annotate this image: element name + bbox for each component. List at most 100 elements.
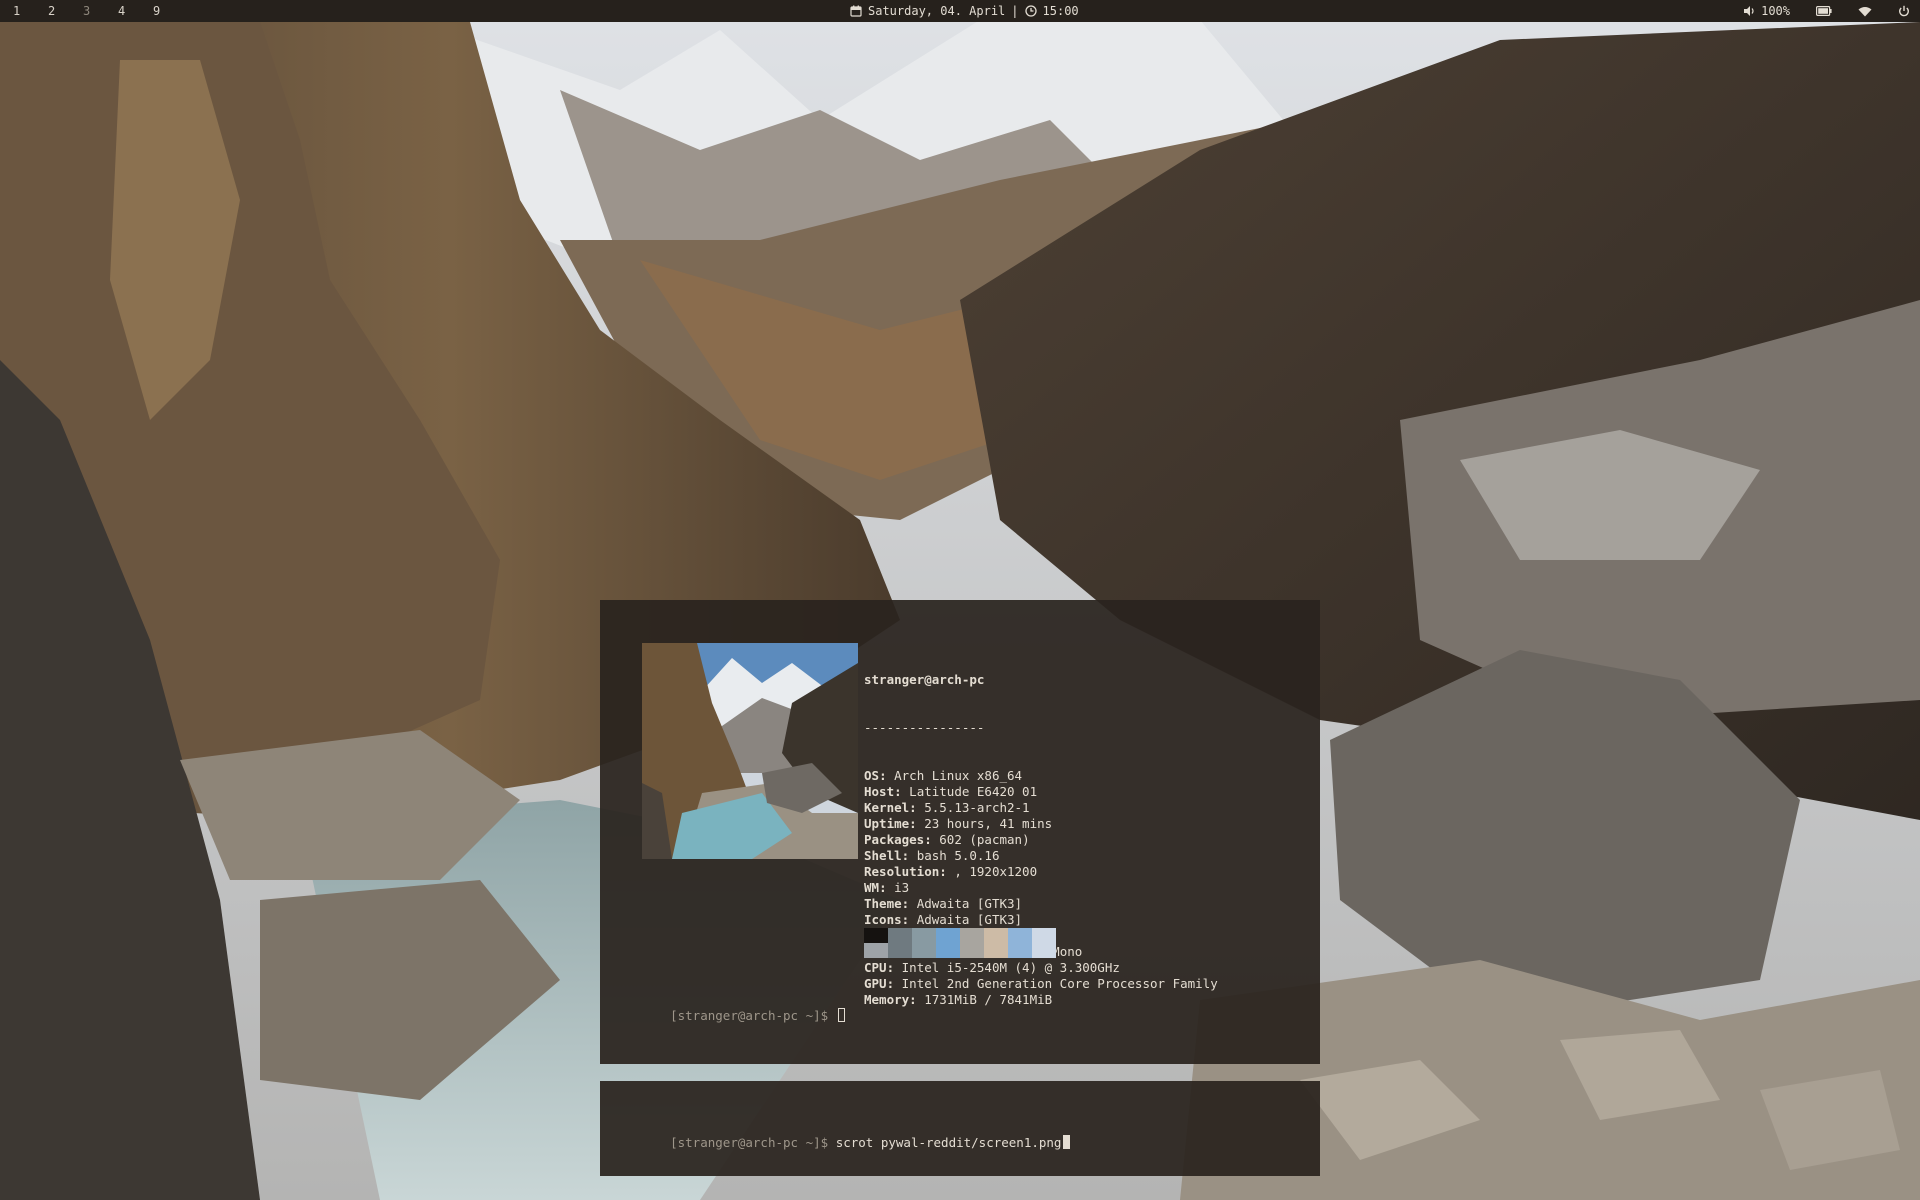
neofetch-row: Resolution: , 1920x1200 bbox=[864, 864, 1218, 880]
neofetch-colon: : bbox=[886, 960, 902, 975]
neofetch-row: Uptime: 23 hours, 41 mins bbox=[864, 816, 1218, 832]
workspace-button-2[interactable]: 2 bbox=[35, 0, 70, 22]
top-status-bar: 12349 Saturday, 04. April | 15:00 100% bbox=[0, 0, 1920, 22]
neofetch-colon: : bbox=[879, 768, 895, 783]
neofetch-value: Intel i5-2540M (4) @ 3.300GHz bbox=[901, 960, 1120, 975]
neofetch-value: bash 5.0.16 bbox=[916, 848, 1000, 863]
palette-bottom-swatch bbox=[1008, 943, 1032, 958]
workspace-button-4[interactable]: 4 bbox=[105, 0, 140, 22]
palette-top-swatch bbox=[960, 928, 984, 943]
volume-indicator[interactable]: 100% bbox=[1743, 4, 1790, 18]
color-palette bbox=[864, 928, 1056, 958]
palette-bottom-swatch bbox=[864, 943, 888, 958]
workspace-button-1[interactable]: 1 bbox=[0, 0, 35, 22]
neofetch-key: Icons bbox=[864, 912, 902, 927]
neofetch-wallpaper-thumbnail bbox=[642, 643, 858, 859]
neofetch-value: 23 hours, 41 mins bbox=[924, 816, 1053, 831]
neofetch-row: Icons: Adwaita [GTK3] bbox=[864, 912, 1218, 928]
neofetch-value: Latitude E6420 01 bbox=[909, 784, 1038, 799]
workspace-button-9[interactable]: 9 bbox=[140, 0, 175, 22]
workspace-button-3[interactable]: 3 bbox=[70, 0, 105, 22]
neofetch-value: i3 bbox=[894, 880, 910, 895]
neofetch-key: WM bbox=[864, 880, 880, 895]
neofetch-underline: ---------------- bbox=[864, 720, 985, 735]
shell-prompt: [stranger@arch-pc ~]$ bbox=[670, 1135, 829, 1150]
text-cursor bbox=[1063, 1135, 1071, 1149]
neofetch-key: Memory bbox=[864, 992, 910, 1007]
neofetch-key: Host bbox=[864, 784, 895, 799]
terminal-command-line[interactable]: [stranger@arch-pc ~]$ bbox=[640, 992, 845, 1040]
time-label: 15:00 bbox=[1042, 4, 1079, 18]
date-time-block: Saturday, 04. April | 15:00 bbox=[850, 0, 1079, 22]
neofetch-row: Memory: 1731MiB / 7841MiB bbox=[864, 992, 1218, 1008]
neofetch-row: Kernel: 5.5.13-arch2-1 bbox=[864, 800, 1218, 816]
neofetch-key: GPU bbox=[864, 976, 887, 991]
neofetch-value: , 1920x1200 bbox=[954, 864, 1038, 879]
palette-top-swatch bbox=[1008, 928, 1032, 943]
neofetch-colon: : bbox=[886, 976, 902, 991]
neofetch-row: OS: Arch Linux x86_64 bbox=[864, 768, 1218, 784]
palette-top-swatch bbox=[864, 928, 888, 943]
neofetch-row: CPU: Intel i5-2540M (4) @ 3.300GHz bbox=[864, 960, 1218, 976]
neofetch-row: Theme: Adwaita [GTK3] bbox=[864, 896, 1218, 912]
palette-bottom-swatch bbox=[984, 943, 1008, 958]
palette-top-swatch bbox=[1032, 928, 1056, 943]
neofetch-row: Host: Latitude E6420 01 bbox=[864, 784, 1218, 800]
neofetch-key: OS bbox=[864, 768, 880, 783]
wifi-indicator[interactable] bbox=[1858, 6, 1872, 17]
terminal-window-scrot[interactable]: [stranger@arch-pc ~]$ scrot pywal-reddit… bbox=[600, 1081, 1320, 1176]
terminal-command-line[interactable]: [stranger@arch-pc ~]$ scrot pywal-reddit… bbox=[640, 1119, 1071, 1167]
neofetch-key: CPU bbox=[864, 960, 887, 975]
palette-row-bottom bbox=[864, 943, 1056, 958]
neofetch-colon: : bbox=[901, 912, 917, 927]
neofetch-row: WM: i3 bbox=[864, 880, 1218, 896]
neofetch-row: Packages: 602 (pacman) bbox=[864, 832, 1218, 848]
neofetch-value: 5.5.13-arch2-1 bbox=[924, 800, 1030, 815]
date-time-separator: | bbox=[1011, 4, 1019, 18]
neofetch-colon: : bbox=[879, 880, 895, 895]
neofetch-value: 1731MiB / 7841MiB bbox=[924, 992, 1053, 1007]
neofetch-key: Uptime bbox=[864, 816, 910, 831]
neofetch-info: stranger@arch-pc ---------------- OS: Ar… bbox=[864, 640, 1218, 1040]
palette-bottom-swatch bbox=[912, 943, 936, 958]
neofetch-info-list: OS: Arch Linux x86_64 Host: Latitude E642… bbox=[864, 768, 1218, 1008]
neofetch-user-host: stranger@arch-pc bbox=[864, 672, 985, 687]
neofetch-colon: : bbox=[901, 848, 917, 863]
palette-bottom-swatch bbox=[960, 943, 984, 958]
palette-top-swatch bbox=[936, 928, 960, 943]
neofetch-colon: : bbox=[894, 784, 910, 799]
neofetch-colon: : bbox=[901, 896, 917, 911]
palette-bottom-swatch bbox=[1032, 943, 1056, 958]
neofetch-colon: : bbox=[909, 800, 925, 815]
palette-bottom-swatch bbox=[936, 943, 960, 958]
wifi-icon bbox=[1858, 6, 1872, 17]
neofetch-value: Intel 2nd Generation Core Processor Fami… bbox=[901, 976, 1218, 991]
neofetch-colon: : bbox=[909, 992, 925, 1007]
terminal-window-neofetch[interactable]: stranger@arch-pc ---------------- OS: Ar… bbox=[600, 600, 1320, 1064]
power-icon bbox=[1898, 5, 1910, 17]
command-text: scrot pywal-reddit/screen1.png bbox=[835, 1135, 1062, 1150]
neofetch-key: Packages bbox=[864, 832, 925, 847]
text-cursor bbox=[837, 1008, 845, 1022]
volume-level: 100% bbox=[1761, 4, 1790, 18]
battery-indicator[interactable] bbox=[1816, 6, 1832, 16]
system-tray: 100% bbox=[1743, 0, 1910, 22]
neofetch-value: Arch Linux x86_64 bbox=[894, 768, 1023, 783]
neofetch-value: Adwaita [GTK3] bbox=[916, 912, 1023, 927]
palette-bottom-swatch bbox=[888, 943, 912, 958]
shell-prompt: [stranger@arch-pc ~]$ bbox=[670, 1008, 829, 1023]
workspace-switcher: 12349 bbox=[0, 0, 175, 22]
battery-icon bbox=[1816, 6, 1832, 16]
power-button[interactable] bbox=[1898, 5, 1910, 17]
palette-row-top bbox=[864, 928, 1056, 943]
neofetch-colon: : bbox=[924, 832, 940, 847]
neofetch-key: Theme bbox=[864, 896, 902, 911]
neofetch-colon: : bbox=[909, 816, 925, 831]
calendar-icon bbox=[850, 5, 862, 17]
neofetch-key: Kernel bbox=[864, 800, 910, 815]
neofetch-key: Shell bbox=[864, 848, 902, 863]
neofetch-row: Shell: bash 5.0.16 bbox=[864, 848, 1218, 864]
neofetch-value: Adwaita [GTK3] bbox=[916, 896, 1023, 911]
palette-top-swatch bbox=[984, 928, 1008, 943]
neofetch-row: GPU: Intel 2nd Generation Core Processor… bbox=[864, 976, 1218, 992]
